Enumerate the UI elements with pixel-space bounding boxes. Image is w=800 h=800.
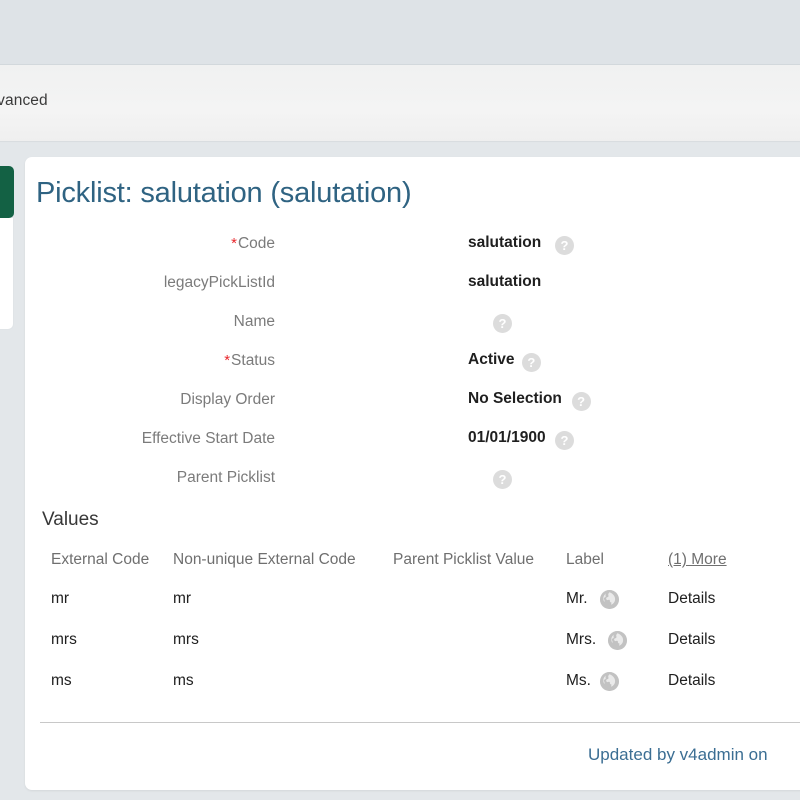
column-header: External Code: [51, 551, 149, 569]
form-label: Name: [234, 313, 275, 331]
table-row: mrs mrs Mrs. Details: [25, 624, 800, 665]
help-icon[interactable]: ?: [555, 431, 574, 450]
form-label: legacyPickListId: [164, 274, 275, 292]
cell-label: Mr.: [566, 590, 588, 608]
form-row: Effective Start Date 01/01/1900?: [25, 424, 665, 463]
form-row: legacyPickListId salutation: [25, 268, 665, 307]
cell-non-unique-external-code: ms: [173, 672, 194, 690]
column-header: Parent Picklist Value: [393, 551, 534, 569]
tab-bar: [0, 65, 800, 142]
form-row: Parent Picklist?: [25, 463, 665, 502]
form-row: Name?: [25, 307, 665, 346]
cell-details[interactable]: Details: [668, 672, 715, 690]
picklist-form: *Code salutation? legacyPickListId salutati…: [25, 229, 665, 502]
side-nav-panel[interactable]: [0, 218, 14, 330]
cell-external-code: ms: [51, 672, 72, 690]
values-table-header: External Code Non-unique External Code Par…: [25, 545, 800, 583]
cell-details[interactable]: Details: [668, 631, 715, 649]
updated-by-link[interactable]: Updated by v4admin on: [588, 745, 768, 765]
form-row: *Code salutation?: [25, 229, 665, 268]
app-header-bar: [0, 0, 800, 65]
form-label: Display Order: [180, 391, 275, 409]
column-header: Non-unique External Code: [173, 551, 356, 569]
form-label: Effective Start Date: [142, 430, 275, 448]
form-label: Parent Picklist: [177, 469, 275, 487]
form-row: *Status Active?: [25, 346, 665, 385]
help-icon[interactable]: ?: [522, 353, 541, 372]
cell-non-unique-external-code: mrs: [173, 631, 199, 649]
help-icon[interactable]: ?: [572, 392, 591, 411]
side-nav-tab[interactable]: [0, 166, 14, 218]
cell-details[interactable]: Details: [668, 590, 715, 608]
table-row: ms ms Ms. Details: [25, 665, 800, 706]
page-title: Picklist: salutation (salutation): [36, 177, 411, 210]
globe-icon[interactable]: [608, 631, 627, 650]
form-value[interactable]: No Selection: [468, 390, 562, 408]
tab-advanced[interactable]: Advanced: [0, 92, 48, 110]
picklist-detail-card: Picklist: salutation (salutation) *Code s…: [25, 157, 800, 790]
values-table: External Code Non-unique External Code Par…: [25, 545, 800, 706]
form-value[interactable]: salutation: [468, 273, 541, 291]
form-value[interactable]: salutation: [468, 234, 541, 252]
globe-icon[interactable]: [600, 672, 619, 691]
globe-icon[interactable]: [600, 590, 619, 609]
required-asterisk-icon: *: [224, 352, 230, 369]
cell-label: Mrs.: [566, 631, 596, 649]
help-icon[interactable]: ?: [493, 470, 512, 489]
more-columns-link[interactable]: (1) More: [668, 551, 727, 568]
form-value[interactable]: 01/01/1900: [468, 429, 546, 447]
table-row: mr mr Mr. Details: [25, 583, 800, 624]
cell-external-code: mrs: [51, 631, 77, 649]
cell-non-unique-external-code: mr: [173, 590, 191, 608]
form-label: *Status: [224, 352, 275, 370]
card-divider: [40, 722, 800, 723]
help-icon[interactable]: ?: [493, 314, 512, 333]
form-value[interactable]: Active: [468, 351, 515, 369]
column-header: Label: [566, 551, 604, 569]
form-label: *Code: [231, 235, 275, 253]
form-row: Display Order No Selection?: [25, 385, 665, 424]
help-icon[interactable]: ?: [555, 236, 574, 255]
column-header[interactable]: (1) More: [668, 551, 727, 569]
required-asterisk-icon: *: [231, 235, 237, 252]
cell-external-code: mr: [51, 590, 69, 608]
cell-label: Ms.: [566, 672, 591, 690]
values-section-heading: Values: [42, 509, 99, 531]
